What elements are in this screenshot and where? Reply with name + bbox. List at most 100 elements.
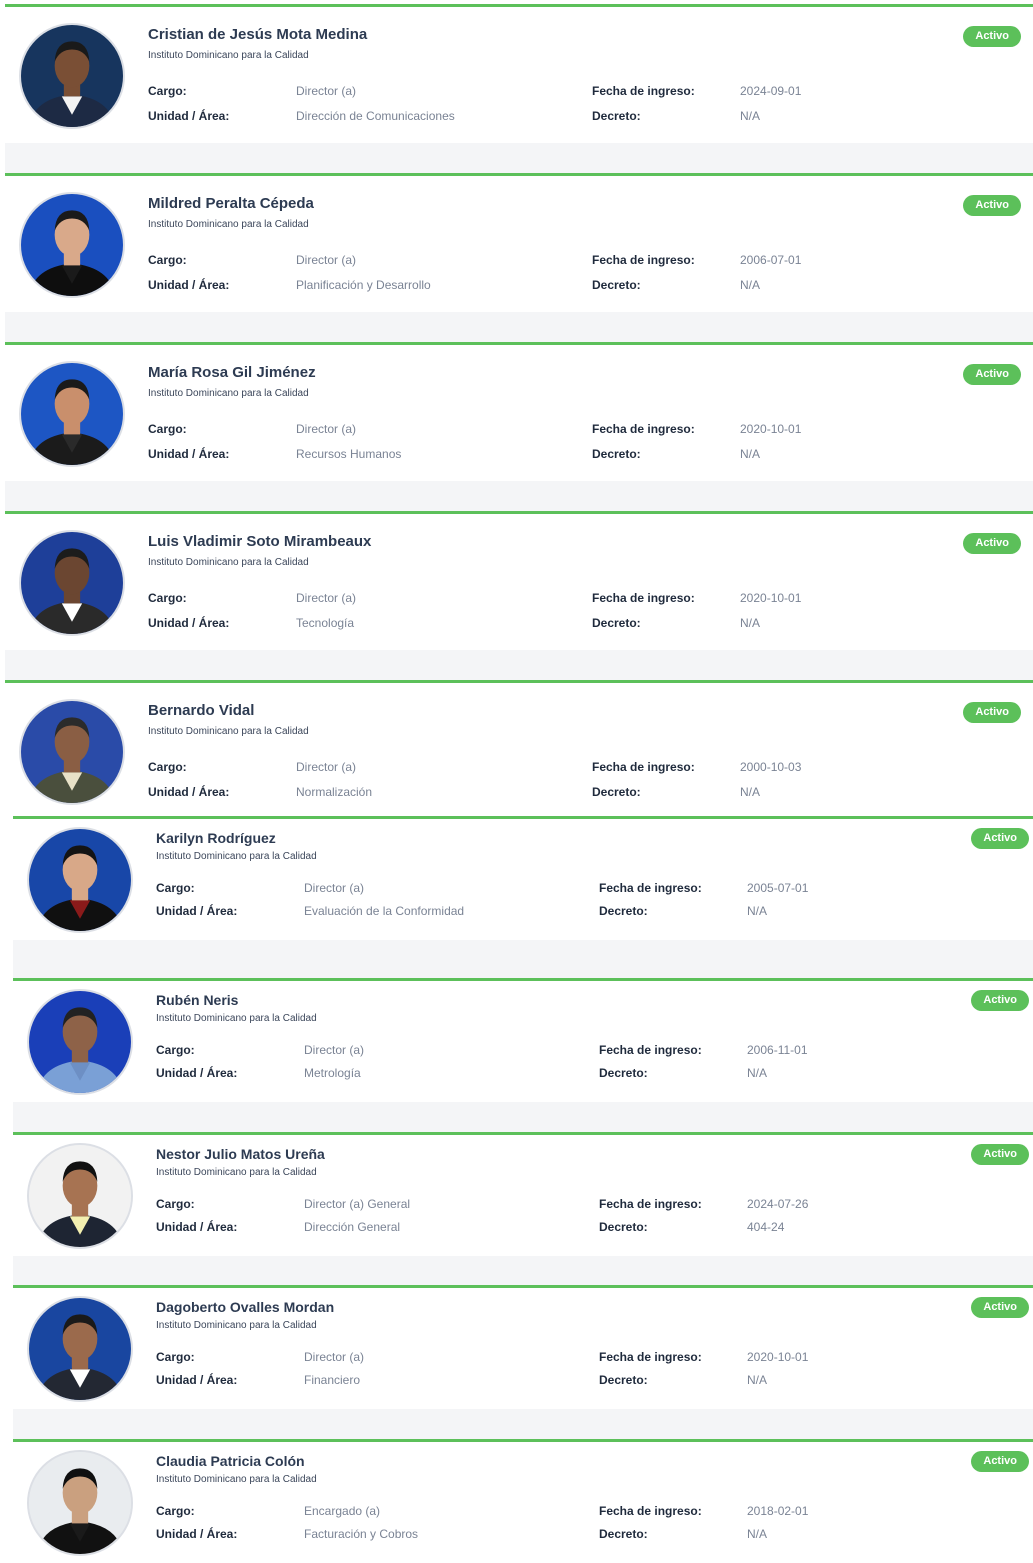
decreto-label: Decreto: [599, 904, 648, 918]
fecha-label: Fecha de ingreso: [592, 422, 695, 436]
decreto-value: N/A [747, 1373, 768, 1387]
cargo-value: Director (a) [296, 760, 357, 774]
person-photo-icon [29, 991, 131, 1093]
person-photo-icon [21, 363, 123, 465]
avatar [19, 361, 125, 467]
person-photo-icon [29, 1452, 131, 1554]
cargo-label: Cargo: [148, 422, 187, 436]
fecha-label: Fecha de ingreso: [599, 881, 702, 895]
decreto-label: Decreto: [599, 1066, 648, 1080]
unidad-value: Metrología [304, 1066, 361, 1080]
person-card: Bernardo Vidal Instituto Dominicano para … [5, 680, 1033, 819]
avatar [27, 989, 133, 1095]
unidad-label: Unidad / Área: [156, 904, 238, 918]
card-separator [5, 481, 1033, 511]
status-badge: Activo [963, 26, 1021, 47]
person-name: Rubén Neris [156, 992, 239, 1008]
avatar [19, 530, 125, 636]
person-organization: Instituto Dominicano para la Calidad [148, 219, 309, 230]
decreto-label: Decreto: [592, 785, 641, 799]
cargo-label: Cargo: [148, 253, 187, 267]
person-name: María Rosa Gil Jiménez [148, 364, 316, 381]
unidad-label: Unidad / Área: [156, 1373, 238, 1387]
person-organization: Instituto Dominicano para la Calidad [156, 1013, 317, 1024]
decreto-value: N/A [740, 616, 761, 630]
card-separator [5, 312, 1033, 342]
card-separator [5, 650, 1033, 680]
decreto-value: N/A [747, 904, 768, 918]
status-badge: Activo [971, 990, 1029, 1011]
status-badge: Activo [971, 1451, 1029, 1472]
status-badge: Activo [971, 1144, 1029, 1165]
unidad-value: Normalización [296, 785, 373, 799]
person-organization: Instituto Dominicano para la Calidad [148, 557, 309, 568]
unidad-label: Unidad / Área: [156, 1220, 238, 1234]
person-card: Rubén Neris Instituto Dominicano para la … [13, 978, 1033, 1102]
person-name: Cristian de Jesús Mota Medina [148, 26, 368, 43]
cargo-value: Director (a) [304, 1350, 365, 1364]
card-separator [13, 1256, 1033, 1285]
card-separator [13, 1409, 1033, 1439]
cargo-value: Director (a) [296, 253, 357, 267]
unidad-value: Facturación y Cobros [304, 1527, 419, 1541]
unidad-value: Dirección de Comunicaciones [296, 109, 455, 123]
fecha-value: 2024-09-01 [740, 84, 802, 98]
person-photo-icon [29, 1145, 131, 1247]
person-photo-icon [21, 25, 123, 127]
person-organization: Instituto Dominicano para la Calidad [156, 851, 317, 862]
person-organization: Instituto Dominicano para la Calidad [156, 1474, 317, 1485]
cargo-label: Cargo: [156, 1197, 195, 1211]
cargo-value: Director (a) [304, 881, 365, 895]
unidad-value: Dirección General [304, 1220, 401, 1234]
person-name: Luis Vladimir Soto Mirambeaux [148, 533, 372, 550]
unidad-label: Unidad / Área: [148, 278, 230, 292]
person-name: Claudia Patricia Colón [156, 1453, 305, 1469]
person-card: Dagoberto Ovalles Mordan Instituto Domini… [13, 1285, 1033, 1409]
person-card: Luis Vladimir Soto Mirambeaux Instituto D… [5, 511, 1033, 650]
fecha-label: Fecha de ingreso: [592, 84, 695, 98]
fecha-value: 2000-10-03 [740, 760, 802, 774]
fecha-label: Fecha de ingreso: [599, 1043, 702, 1057]
status-badge: Activo [971, 828, 1029, 849]
decreto-value: N/A [747, 1066, 768, 1080]
avatar [27, 1143, 133, 1249]
cargo-label: Cargo: [156, 881, 195, 895]
cargo-label: Cargo: [156, 1350, 195, 1364]
person-card: Cristian de Jesús Mota Medina Instituto D… [5, 4, 1033, 143]
fecha-value: 2024-07-26 [747, 1197, 809, 1211]
decreto-label: Decreto: [592, 447, 641, 461]
person-photo-icon [21, 194, 123, 296]
person-photo-icon [21, 532, 123, 634]
cargo-label: Cargo: [156, 1043, 195, 1057]
status-badge: Activo [963, 364, 1021, 385]
person-organization: Instituto Dominicano para la Calidad [156, 1320, 317, 1331]
person-organization: Instituto Dominicano para la Calidad [156, 1167, 317, 1178]
cargo-value: Director (a) [296, 84, 357, 98]
person-card: Claudia Patricia Colón Instituto Dominica… [13, 1439, 1033, 1563]
unidad-label: Unidad / Área: [148, 447, 230, 461]
decreto-value: N/A [740, 447, 761, 461]
cargo-label: Cargo: [156, 1504, 195, 1518]
fecha-label: Fecha de ingreso: [592, 760, 695, 774]
fecha-label: Fecha de ingreso: [592, 253, 695, 267]
fecha-value: 2006-07-01 [740, 253, 802, 267]
person-photo-icon [29, 829, 131, 931]
unidad-value: Tecnología [296, 616, 355, 630]
decreto-value: N/A [740, 785, 761, 799]
fecha-value: 2020-10-01 [740, 422, 802, 436]
fecha-value: 2020-10-01 [747, 1350, 809, 1364]
decreto-label: Decreto: [592, 278, 641, 292]
decreto-value: N/A [740, 109, 761, 123]
person-name: Karilyn Rodríguez [156, 830, 276, 846]
unidad-value: Evaluación de la Conformidad [304, 904, 465, 918]
cargo-value: Director (a) [296, 422, 357, 436]
avatar [27, 1450, 133, 1556]
status-badge: Activo [963, 702, 1021, 723]
cargo-label: Cargo: [148, 760, 187, 774]
decreto-label: Decreto: [599, 1220, 648, 1234]
cargo-value: Director (a) [296, 591, 357, 605]
decreto-label: Decreto: [592, 616, 641, 630]
person-name: Mildred Peralta Cépeda [148, 195, 314, 212]
avatar [19, 192, 125, 298]
avatar [27, 1296, 133, 1402]
